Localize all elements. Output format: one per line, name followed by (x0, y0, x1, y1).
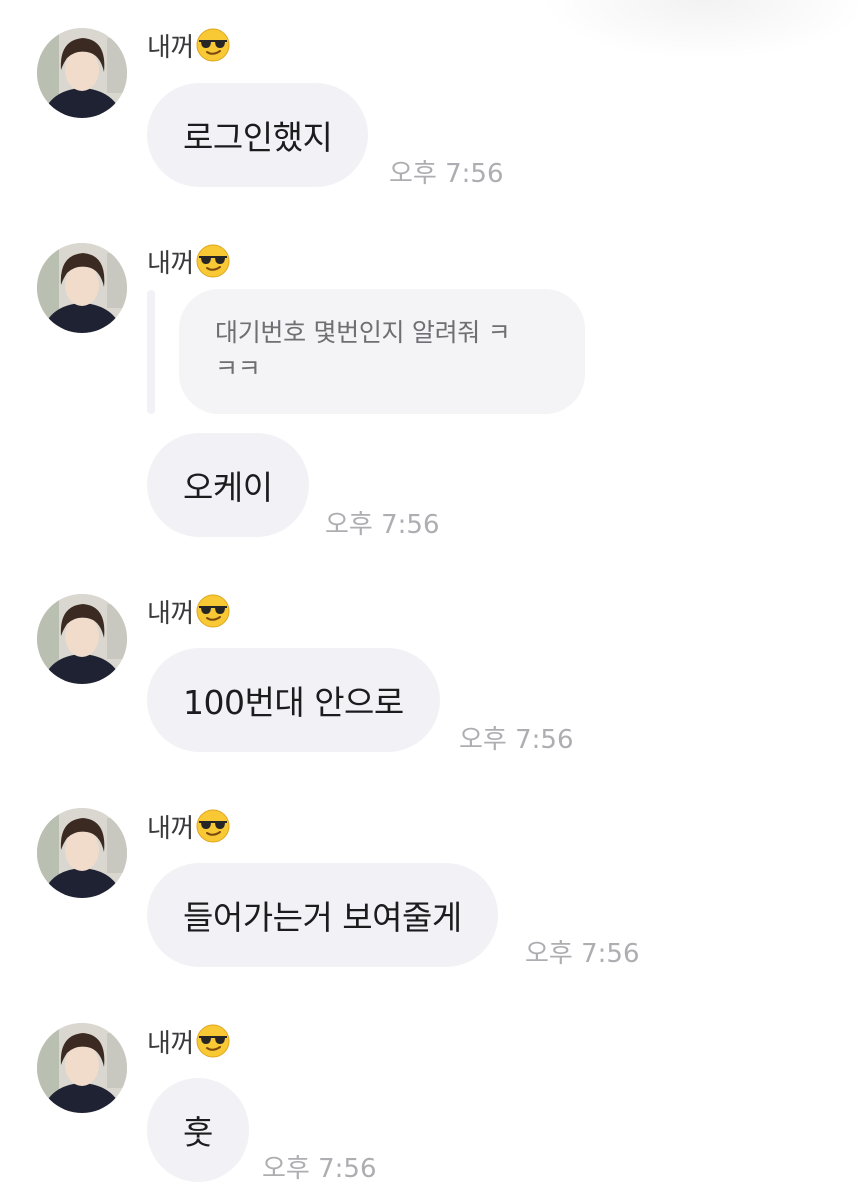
sender-name: 내꺼 (147, 248, 194, 279)
message-bubble[interactable]: 오케이 (147, 433, 309, 537)
message-time: 오후 7:56 (525, 939, 640, 969)
message-bubble[interactable]: 100번대 안으로 (147, 648, 440, 752)
message-time: 오후 7:56 (325, 510, 440, 540)
message-bubble[interactable]: 훗 (147, 1078, 249, 1182)
quoted-reply-bubble[interactable]: 대기번호 몇번인지 알려줘 ㅋ ㅋㅋ (179, 289, 585, 414)
sender-name: 내꺼 (147, 598, 194, 629)
avatar[interactable] (37, 808, 127, 898)
quoted-reply-line: 대기번호 몇번인지 알려줘 ㅋ (215, 318, 511, 347)
reply-indicator-bar (147, 290, 155, 414)
avatar-photo (37, 243, 127, 333)
sender-name: 내꺼 (147, 1028, 194, 1059)
message-time: 오후 7:56 (262, 1154, 377, 1184)
sender-row: 내꺼 (147, 808, 230, 844)
sender-row: 내꺼 (147, 27, 230, 63)
avatar-photo (37, 808, 127, 898)
sender-name: 내꺼 (147, 32, 194, 63)
top-shadow (540, 0, 857, 60)
avatar[interactable] (37, 594, 127, 684)
avatar[interactable] (37, 243, 127, 333)
avatar[interactable] (37, 28, 127, 118)
sunglasses-emoji-icon (196, 244, 230, 278)
sunglasses-emoji-icon (196, 594, 230, 628)
sunglasses-emoji-icon (196, 809, 230, 843)
avatar-photo (37, 1023, 127, 1113)
message-time: 오후 7:56 (389, 159, 504, 189)
message-bubble[interactable]: 들어가는거 보여줄게 (147, 863, 498, 967)
message-time: 오후 7:56 (459, 725, 574, 755)
avatar[interactable] (37, 1023, 127, 1113)
sunglasses-emoji-icon (196, 28, 230, 62)
sender-row: 내꺼 (147, 243, 230, 279)
quoted-reply-line: ㅋㅋ (215, 354, 261, 383)
sender-row: 내꺼 (147, 1023, 230, 1059)
sender-name: 내꺼 (147, 813, 194, 844)
sender-row: 내꺼 (147, 593, 230, 629)
message-bubble[interactable]: 로그인했지 (147, 83, 369, 187)
avatar-photo (37, 28, 127, 118)
sunglasses-emoji-icon (196, 1024, 230, 1058)
avatar-photo (37, 594, 127, 684)
